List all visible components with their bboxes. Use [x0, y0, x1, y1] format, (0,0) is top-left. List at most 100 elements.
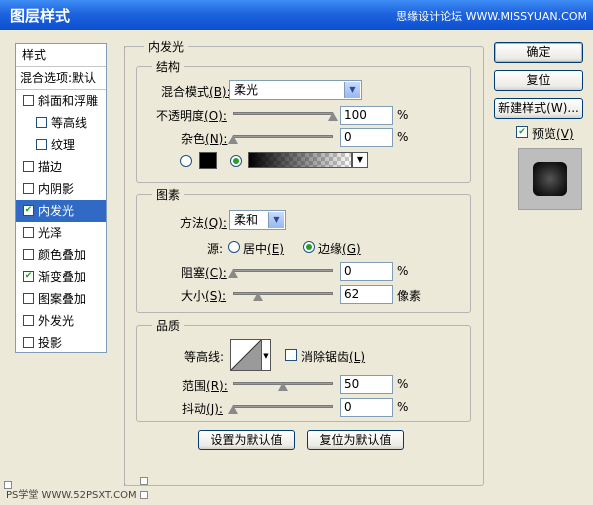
jitter-label: 抖动(J):	[182, 402, 223, 416]
choke-slider-handle[interactable]	[228, 269, 238, 278]
styles-items: 斜面和浮雕等高线纹理描边内阴影 ✔ 内发光光泽颜色叠加 ✔ 渐变叠加图案叠加外发光投影	[16, 90, 106, 354]
blend-mode-select[interactable]: 柔光 ▼	[229, 80, 362, 100]
range-slider-handle[interactable]	[278, 382, 288, 391]
style-preview	[518, 148, 582, 210]
blend-mode-value: 柔光	[234, 83, 259, 97]
footer-watermark: PS学堂 WWW.52PSXT.COM	[6, 490, 137, 501]
source-center-radio[interactable]	[228, 241, 240, 253]
choke-input[interactable]: 0	[340, 262, 393, 281]
sidebar-item[interactable]: 颜色叠加	[16, 244, 106, 266]
sidebar-item-checkbox[interactable]	[36, 117, 47, 128]
noise-unit: %	[397, 130, 409, 144]
sidebar-item-checkbox[interactable]	[23, 95, 34, 106]
sidebar-item[interactable]: 外发光	[16, 310, 106, 332]
styles-header[interactable]: 样式	[16, 44, 106, 67]
set-default-button[interactable]: 设置为默认值	[198, 430, 295, 450]
sidebar-item[interactable]: 图案叠加	[16, 288, 106, 310]
sidebar-item[interactable]: 描边	[16, 156, 106, 178]
sidebar-item-checkbox[interactable]	[23, 183, 34, 194]
blend-mode-label: 混合模式(B):	[161, 85, 231, 99]
sidebar-item-label: 内发光	[38, 204, 75, 218]
styles-list: 样式 混合选项:默认 斜面和浮雕等高线纹理描边内阴影 ✔ 内发光光泽颜色叠加 ✔ 渐变叠…	[15, 43, 107, 353]
chevron-down-icon: ▼	[268, 212, 284, 228]
sidebar-item[interactable]: ✔ 内发光	[16, 200, 106, 222]
sidebar-item-label: 颜色叠加	[38, 248, 87, 262]
resize-handle	[140, 491, 148, 499]
ok-button[interactable]: 确定	[494, 42, 583, 63]
noise-slider[interactable]	[233, 135, 333, 138]
solid-color-radio[interactable]	[180, 155, 192, 167]
opacity-slider[interactable]	[233, 112, 333, 115]
contour-curve-icon	[231, 340, 261, 370]
sidebar-item-label: 纹理	[51, 138, 76, 152]
preview-label: 预览(V)	[532, 127, 574, 141]
sidebar-item[interactable]: 内阴影	[16, 178, 106, 200]
sidebar-item-label: 描边	[38, 160, 63, 174]
reset-default-button[interactable]: 复位为默认值	[307, 430, 404, 450]
source-label: 源:	[207, 242, 224, 256]
sidebar-item[interactable]: 等高线	[16, 112, 106, 134]
blending-options[interactable]: 混合选项:默认	[16, 67, 106, 90]
sidebar-item-label: 斜面和浮雕	[38, 94, 99, 108]
source-edge-label: 边缘(G)	[318, 242, 361, 256]
sidebar-item-label: 投影	[38, 336, 63, 350]
noise-input[interactable]: 0	[340, 128, 393, 147]
source-edge-radio[interactable]	[303, 241, 315, 253]
noise-label: 杂色(N):	[181, 132, 228, 146]
source-center-label: 居中(E)	[243, 242, 284, 256]
antialias-checkbox[interactable]	[285, 349, 297, 361]
sidebar-item-checkbox[interactable]	[23, 249, 34, 260]
new-style-button[interactable]: 新建样式(W)...	[494, 98, 583, 119]
range-input[interactable]: 50	[340, 375, 393, 394]
size-input[interactable]: 62	[340, 285, 393, 304]
inner-glow-title: 内发光	[144, 38, 189, 55]
opacity-label: 不透明度(O):	[156, 109, 227, 123]
resize-handle	[140, 477, 148, 485]
watermark: 思缘设计论坛 WWW.MISSYUAN.COM	[396, 10, 587, 23]
opacity-input[interactable]: 100	[340, 106, 393, 125]
sidebar-item-checkbox[interactable]	[23, 337, 34, 348]
choke-unit: %	[397, 264, 409, 278]
blending-options-label: 混合选项:默认	[20, 71, 97, 85]
gradient-picker-button[interactable]: ▼	[352, 152, 368, 168]
sidebar-item-checkbox[interactable]	[23, 315, 34, 326]
glow-color-swatch[interactable]	[199, 152, 217, 169]
size-slider[interactable]	[233, 292, 333, 295]
sidebar-item[interactable]: 纹理	[16, 134, 106, 156]
sidebar-item-label: 外发光	[38, 314, 75, 328]
sidebar-item[interactable]: 斜面和浮雕	[16, 90, 106, 112]
sidebar-item-label: 图案叠加	[38, 292, 87, 306]
sidebar-item-checkbox[interactable]	[36, 139, 47, 150]
preview-checkbox[interactable]: ✔	[516, 126, 528, 138]
sidebar-item[interactable]: 投影	[16, 332, 106, 354]
sidebar-item-checkbox[interactable]	[23, 161, 34, 172]
quality-title: 品质	[152, 317, 185, 334]
reset-button[interactable]: 复位	[494, 70, 583, 91]
contour-preview[interactable]	[230, 339, 262, 371]
choke-slider[interactable]	[233, 269, 333, 272]
jitter-slider-handle[interactable]	[228, 405, 238, 414]
opacity-slider-handle[interactable]	[328, 112, 338, 121]
jitter-slider[interactable]	[233, 405, 333, 408]
sidebar-item-label: 光泽	[38, 226, 63, 240]
sidebar-item[interactable]: 光泽	[16, 222, 106, 244]
gradient-radio[interactable]	[230, 155, 242, 167]
size-slider-handle[interactable]	[253, 292, 263, 301]
noise-slider-handle[interactable]	[228, 135, 238, 144]
contour-label: 等高线:	[184, 350, 225, 364]
styles-header-label: 样式	[22, 48, 47, 62]
sidebar-item[interactable]: ✔ 渐变叠加	[16, 266, 106, 288]
window-title: 图层样式	[10, 7, 71, 25]
gradient-swatch[interactable]	[248, 152, 352, 168]
choke-label: 阻塞(C):	[181, 266, 227, 280]
sidebar-item-checkbox[interactable]: ✔	[23, 205, 34, 216]
opacity-unit: %	[397, 108, 409, 122]
method-select[interactable]: 柔和 ▼	[229, 210, 286, 230]
sidebar-item-checkbox[interactable]	[23, 227, 34, 238]
jitter-input[interactable]: 0	[340, 398, 393, 417]
size-unit: 像素	[397, 289, 422, 303]
sidebar-item-checkbox[interactable]: ✔	[23, 271, 34, 282]
sidebar-item-checkbox[interactable]	[23, 293, 34, 304]
preview-thumbnail	[533, 162, 567, 196]
contour-dropdown-button[interactable]: ▼	[262, 339, 271, 371]
